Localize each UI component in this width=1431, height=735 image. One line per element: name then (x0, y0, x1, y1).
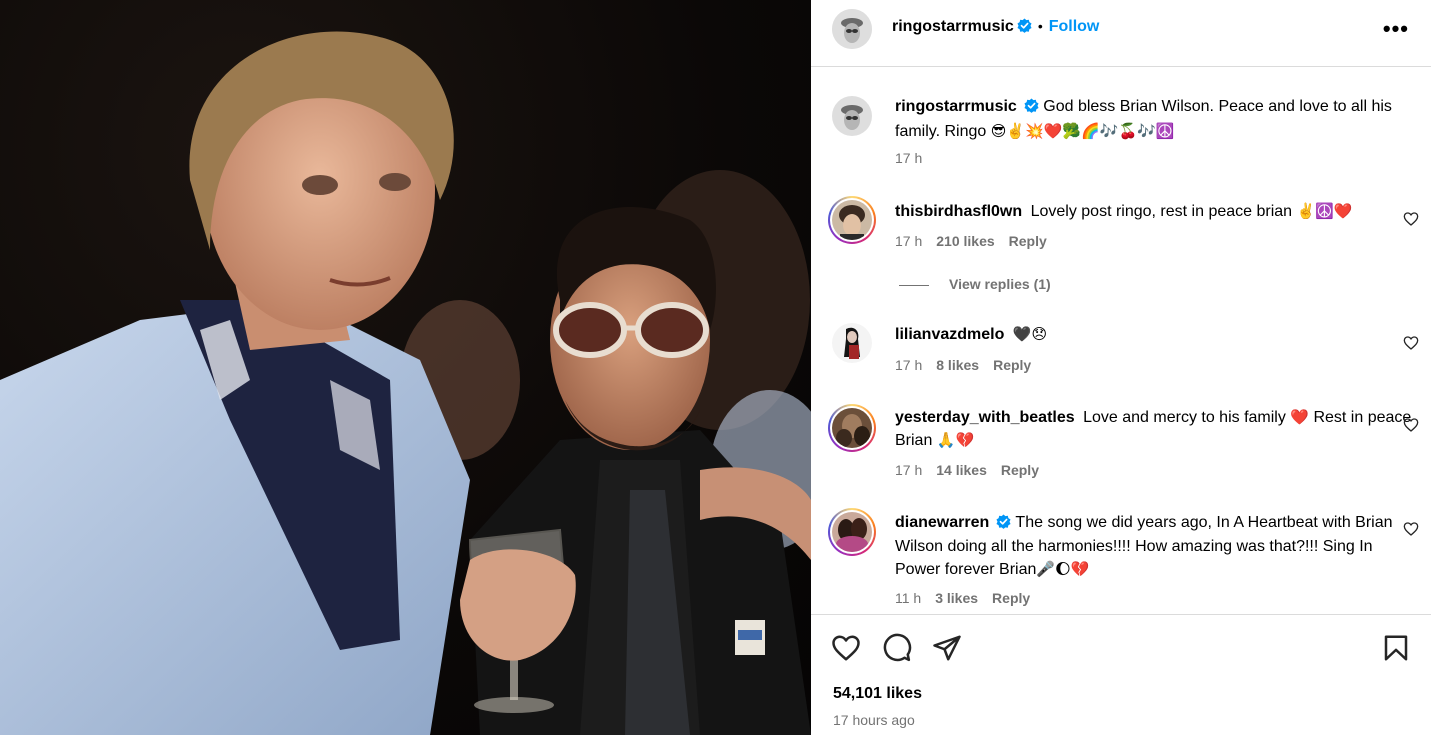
post-panel: ringostarrmusic • Follow ••• ringostarrmus… (811, 0, 1431, 735)
comment-username[interactable]: dianewarren (895, 514, 989, 531)
comment-likes[interactable]: 210 likes (936, 233, 994, 249)
comment-heart-icon[interactable] (1403, 211, 1419, 227)
header-username[interactable]: ringostarrmusic (892, 18, 1014, 35)
comment-time: 11 h (895, 590, 922, 606)
comment-time: 17 h (895, 233, 923, 249)
post-time: 17 hours ago (833, 712, 915, 728)
comment-text-block: yesterday_with_beatles Love and mercy to… (895, 406, 1415, 452)
comment-text: Love and mercy to his family (1083, 409, 1286, 426)
comment-emojis: ✌️☮️❤️ (1296, 202, 1353, 220)
post-actions: 54,101 likes 17 hours ago (811, 614, 1431, 735)
post-photo[interactable] (0, 0, 811, 735)
comment-time: 17 h (895, 462, 923, 478)
comment-text: Lovely post ringo, rest in peace brian (1030, 203, 1293, 220)
view-replies-label: View replies (1) (949, 276, 1051, 292)
reply-button[interactable]: Reply (1001, 462, 1039, 478)
likes-count[interactable]: 54,101 likes (833, 685, 922, 703)
header-separator: • (1037, 18, 1043, 34)
header-user-row: ringostarrmusic • Follow (892, 18, 1099, 38)
caption-avatar[interactable] (832, 96, 872, 136)
bookmark-icon[interactable] (1381, 633, 1411, 663)
view-replies-button[interactable]: View replies (1) (899, 276, 1051, 292)
reply-button[interactable]: Reply (992, 590, 1030, 606)
comment-text-block: dianewarren The song we did years ago, I… (895, 512, 1415, 581)
comment-heart-icon[interactable] (1403, 417, 1419, 433)
caption-username[interactable]: ringostarrmusic (895, 98, 1017, 115)
comment-meta: 17 h 14 likes Reply (895, 462, 1053, 478)
comment-emojis: 🙏💔 (936, 431, 975, 449)
comment-avatar[interactable] (832, 323, 872, 363)
comment-avatar[interactable] (828, 508, 876, 556)
verified-badge-icon (1024, 98, 1039, 120)
like-heart-icon[interactable] (831, 633, 861, 663)
caption-meta: 17 h (895, 150, 936, 166)
verified-badge-icon (1017, 18, 1032, 38)
post-photo-image (0, 31, 811, 735)
comment-likes[interactable]: 3 likes (935, 590, 978, 606)
comment-text-block: thisbirdhasfl0wn Lovely post ringo, rest… (895, 200, 1415, 223)
comment-emojis: 🎤🌔💔 (1036, 560, 1090, 578)
comment-emoji-inline: ❤️ (1290, 408, 1309, 426)
comment-icon[interactable] (882, 633, 912, 663)
comment-time: 17 h (895, 357, 923, 373)
comment-text-block: lilianvazdmelo 🖤😞 (895, 323, 1415, 346)
follow-button[interactable]: Follow (1049, 18, 1100, 35)
share-icon[interactable] (932, 633, 962, 663)
reply-button[interactable]: Reply (993, 357, 1031, 373)
reply-button[interactable]: Reply (1009, 233, 1047, 249)
comment-likes[interactable]: 14 likes (936, 462, 987, 478)
comment-avatar[interactable] (828, 196, 876, 244)
comment-likes[interactable]: 8 likes (936, 357, 979, 373)
comment-username[interactable]: yesterday_with_beatles (895, 409, 1075, 426)
comment-meta: 17 h 210 likes Reply (895, 233, 1061, 249)
comment-avatar[interactable] (828, 404, 876, 452)
comment-meta: 17 h 8 likes Reply (895, 357, 1045, 373)
more-options-icon[interactable]: ••• (1383, 16, 1409, 42)
post-header: ringostarrmusic • Follow ••• (811, 0, 1431, 67)
comment-username[interactable]: lilianvazdmelo (895, 326, 1004, 343)
comment-emojis: 🖤😞 (1012, 325, 1048, 343)
replies-divider-line (899, 284, 929, 286)
verified-badge-icon (996, 514, 1011, 536)
comment-username[interactable]: thisbirdhasfl0wn (895, 203, 1022, 220)
comment-heart-icon[interactable] (1403, 521, 1419, 537)
caption-text-block: ringostarrmusic God bless Brian Wilson. … (895, 96, 1415, 143)
header-avatar[interactable] (832, 9, 872, 49)
caption-emojis: 😎✌️💥❤️🥦🌈🎶🍒🎶☮️ (990, 122, 1175, 140)
comment-heart-icon[interactable] (1403, 335, 1419, 351)
caption-time: 17 h (895, 150, 923, 166)
comment-meta: 11 h 3 likes Reply (895, 590, 1044, 606)
